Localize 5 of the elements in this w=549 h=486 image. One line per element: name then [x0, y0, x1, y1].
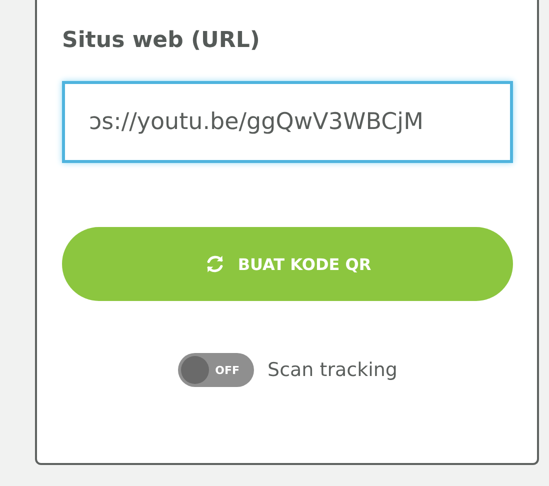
scan-tracking-label: Scan tracking	[268, 359, 398, 381]
url-input-field[interactable]: ɔs://youtu.be/ggQwV3WBCjM	[62, 81, 513, 163]
scan-tracking-toggle[interactable]: OFF	[178, 353, 254, 387]
field-label: Situs web (URL)	[62, 28, 261, 53]
generate-button[interactable]: BUAT KODE QR	[62, 227, 513, 301]
